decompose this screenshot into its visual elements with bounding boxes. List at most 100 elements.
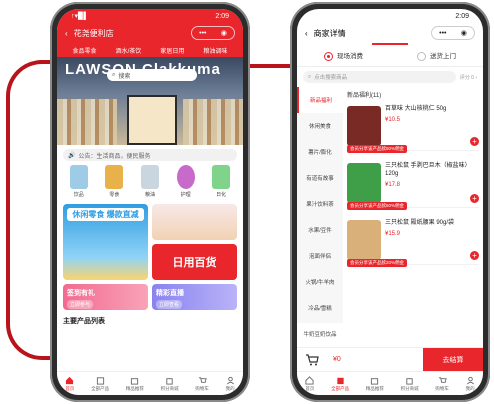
- tab-cart[interactable]: 购物车: [435, 376, 449, 392]
- add-to-cart-button[interactable]: +: [470, 251, 479, 260]
- tab-cart[interactable]: 购物车: [195, 376, 209, 392]
- promo-live-sub: 立即查看: [156, 300, 183, 309]
- more-icon[interactable]: •••: [199, 30, 206, 37]
- product-category-item[interactable]: 零食: [101, 165, 127, 198]
- tab-all-products[interactable]: 全部产品: [331, 376, 349, 392]
- promo-live-title: 精彩直播: [156, 290, 184, 297]
- tab-home[interactable]: 首页: [305, 375, 314, 392]
- tab-label: 积分商城: [160, 385, 179, 391]
- list-item[interactable]: 百草味 大山核桃仁 50g ¥10.5 会员分享该产品赥50%佣金 +: [347, 102, 479, 153]
- promo-goods-image[interactable]: [152, 204, 237, 240]
- product-category-label: 零食: [109, 192, 120, 198]
- home-icon: [66, 376, 74, 384]
- product-category-item[interactable]: 护理: [173, 165, 199, 198]
- list-item[interactable]: 三只松鼠 手剥巴旦木（椒盐味）120g ¥17.8 会员分享该产品赥50%佣金 +: [347, 159, 479, 210]
- back-icon[interactable]: ‹: [65, 29, 68, 38]
- page-title: 商家详情: [313, 28, 346, 38]
- promo-daily[interactable]: 日用百货: [152, 244, 237, 280]
- search-input[interactable]: ⌕ 搜索: [107, 69, 197, 81]
- product-name: 三只松鼠 手剥巴旦木（椒盐味）120g: [385, 163, 471, 177]
- sidebar-item[interactable]: 果汁饮料茶: [297, 191, 343, 217]
- product-list: 新品福利(11) 百草味 大山核桃仁 50g ¥10.5 会员分享该产品赥50%佣…: [343, 87, 483, 323]
- tab-recommended[interactable]: 精品推荐: [366, 376, 384, 392]
- close-icon[interactable]: ◉: [461, 29, 467, 37]
- product-price: ¥15.9: [385, 230, 401, 237]
- mode-onsite[interactable]: 现场消费: [324, 50, 363, 61]
- mini-program-capsule[interactable]: ••• ◉: [431, 26, 475, 40]
- product-search-input[interactable]: ⌕ 点击搜索商品: [303, 71, 456, 83]
- page-title: 花尧便利店: [73, 28, 114, 38]
- tab-recommended[interactable]: 精品推荐: [126, 376, 144, 392]
- tab-label: 购物车: [195, 385, 209, 391]
- category-item[interactable]: 酒水/茶饮: [116, 46, 142, 55]
- tab-points-mall[interactable]: 积分商城: [161, 376, 179, 392]
- product-category-item[interactable]: 日化: [208, 165, 234, 198]
- cart-icon[interactable]: [305, 353, 319, 366]
- mode-delivery[interactable]: 送货上门: [417, 50, 456, 61]
- phone-home: ↑▾▉▌ 2:09 ‹ 花尧便利店 ••• ◉ 食品零食 酒水/茶饮 家居日用 …: [50, 2, 250, 402]
- consumption-mode: 现场消费 送货上门: [297, 45, 483, 67]
- mode-label: 现场消费: [337, 53, 363, 61]
- sidebar-item[interactable]: 休闲美食: [297, 113, 343, 139]
- bag-icon: [166, 377, 173, 385]
- sidebar-item[interactable]: 牛奶豆奶饮品: [297, 321, 343, 347]
- commission-badge: 会员分享该产品赥20%佣金: [347, 259, 408, 267]
- shelf-image: [57, 99, 117, 145]
- category-item[interactable]: 家居日用: [160, 46, 184, 55]
- add-to-cart-button[interactable]: +: [470, 194, 479, 203]
- notice-text: 公告：生活商品，便民服务: [78, 153, 151, 160]
- promo-checkin[interactable]: 签到有礼 立即参与: [63, 284, 148, 310]
- tab-label: 全部产品: [331, 385, 350, 391]
- sidebar-item[interactable]: 薯片/膨化: [297, 139, 343, 165]
- tab-bar: 首页 全部产品 精品推荐 积分商城 购物车 我的: [57, 371, 243, 395]
- cart-total: ¥0: [333, 356, 341, 363]
- more-icon[interactable]: •••: [439, 30, 446, 37]
- promo-grid: 休闲零食 爆款直减 日用百货 签到有礼 立即参与 精彩直播立即查看: [57, 198, 243, 310]
- tab-bar: 首页 全部产品 精品推荐 积分商城 购物车 我的: [297, 371, 483, 395]
- cart-icon: [198, 376, 207, 383]
- sidebar-item[interactable]: 泡面伴侣: [297, 243, 343, 269]
- product-category-label: 护理: [180, 192, 191, 198]
- product-category-label: 日化: [216, 192, 227, 198]
- rating-link[interactable]: 评分 0 ›: [460, 74, 477, 81]
- promo-snacks[interactable]: 休闲零食 爆款直减: [63, 204, 148, 280]
- sidebar-item[interactable]: 水果/豆件: [297, 217, 343, 243]
- close-icon[interactable]: ◉: [221, 29, 227, 37]
- store-banner[interactable]: LAWSON Clakkuma ⌕ 搜索: [57, 57, 243, 145]
- snack-icon: [105, 165, 124, 189]
- product-category-item[interactable]: 粮油: [137, 165, 163, 198]
- tab-points-mall[interactable]: 积分商城: [401, 376, 419, 392]
- store-door-image: [127, 95, 177, 145]
- status-bar: 2:09: [297, 9, 483, 23]
- tab-home[interactable]: 首页: [65, 376, 74, 392]
- catalog: 新品福利 休闲美食 薯片/膨化 有道有故事 果汁饮料茶 水果/豆件 泡面伴侣 火…: [297, 87, 483, 338]
- sidebar-item[interactable]: 有道有故事: [297, 165, 343, 191]
- add-to-cart-button[interactable]: +: [470, 137, 479, 146]
- sidebar-item[interactable]: 冷品/雪糕: [297, 295, 343, 321]
- product-image: [347, 163, 381, 203]
- category-item[interactable]: 食品零食: [73, 46, 97, 55]
- navbar: ‹ 商家详情 ••• ◉: [297, 23, 483, 43]
- product-image: [347, 220, 381, 260]
- search-placeholder: 点击搜索商品: [314, 75, 348, 81]
- promo-live[interactable]: 精彩直播 立即查看: [152, 284, 237, 310]
- promo-snacks-title: 休闲零食 爆款直减: [67, 208, 144, 221]
- category-bar: 食品零食 酒水/茶饮 家居日用 粮油调味: [57, 43, 243, 57]
- tab-profile[interactable]: 我的: [466, 376, 475, 392]
- list-item[interactable]: 三只松鼠 殿纸腰果 90g/袋 ¥15.9 会员分享该产品赥20%佣金 +: [347, 216, 479, 267]
- sidebar-item[interactable]: 火锅/牛羊肉: [297, 269, 343, 295]
- phone-store-detail: 2:09 ‹ 商家详情 ••• ◉ 现场消费 送货上门 ⌕ 点击搜索商品 评分 …: [290, 2, 490, 402]
- category-item[interactable]: 粮油调味: [203, 46, 227, 55]
- product-category-item[interactable]: 饮品: [66, 165, 92, 198]
- sidebar-item-new[interactable]: 新品福利: [297, 87, 343, 113]
- mini-program-capsule[interactable]: ••• ◉: [191, 26, 235, 40]
- tab-all-products[interactable]: 全部产品: [91, 376, 109, 392]
- gift-icon: [131, 377, 139, 385]
- product-list-title: 新品福利(11): [347, 93, 382, 99]
- commission-badge: 会员分享该产品赥50%佣金: [347, 145, 408, 153]
- tab-profile[interactable]: 我的: [226, 376, 235, 392]
- checkout-button[interactable]: 去结算: [423, 347, 483, 372]
- product-name: 百草味 大山核桃仁 50g: [385, 106, 447, 112]
- back-icon[interactable]: ‹: [305, 29, 308, 38]
- notice-bar[interactable]: 🔊 公告：生活商品，便民服务: [63, 149, 237, 161]
